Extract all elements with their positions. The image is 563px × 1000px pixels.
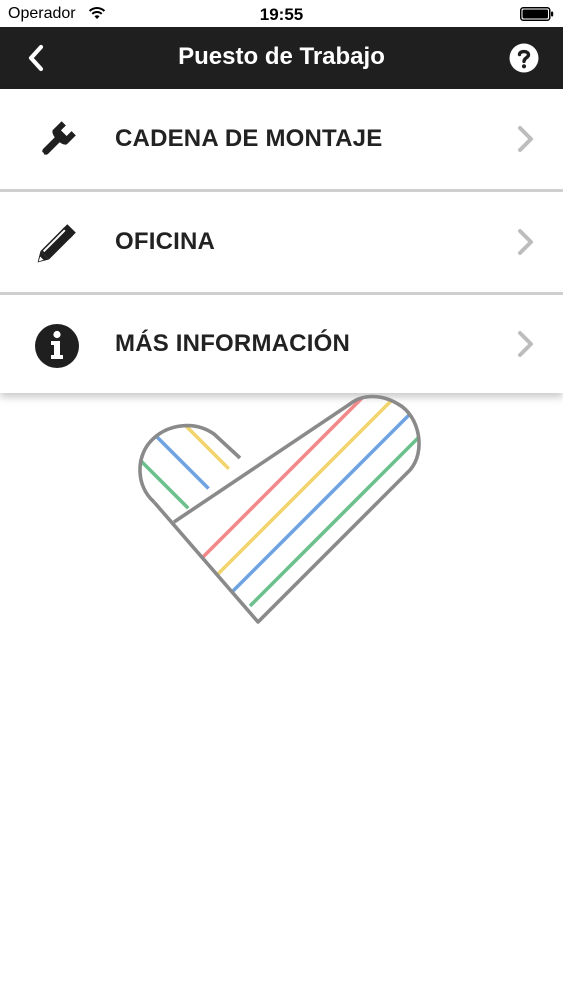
chevron-right-icon [518,126,533,152]
menu-item-mas-informacion[interactable]: MÁS INFORMACIÓN [0,294,563,394]
menu-item-label: CADENA DE MONTAJE [115,125,383,152]
battery-icon [520,7,554,21]
info-icon [35,324,79,368]
wrench-icon [40,121,76,156]
menu-item-label: OFICINA [115,228,216,255]
page-title: Puesto de Trabajo [178,43,385,70]
status-bar: Operador 19:55 [0,0,563,27]
heart-logo [138,394,421,624]
pencil-icon [37,224,76,263]
menu-item-cadena-de-montaje[interactable]: CADENA DE MONTAJE [0,89,563,189]
chevron-right-icon [518,331,533,357]
status-time: 19:55 [259,5,304,24]
chevron-right-icon [518,229,533,255]
menu-item-oficina[interactable]: OFICINA [0,192,563,292]
navigation-bar: Puesto de Trabajo [0,27,563,89]
help-icon[interactable] [508,42,540,74]
menu-list: CADENA DE MONTAJE OFICINA MÁS INFORMACIÓ… [0,89,563,393]
menu-item-label: MÁS INFORMACIÓN [115,330,350,357]
